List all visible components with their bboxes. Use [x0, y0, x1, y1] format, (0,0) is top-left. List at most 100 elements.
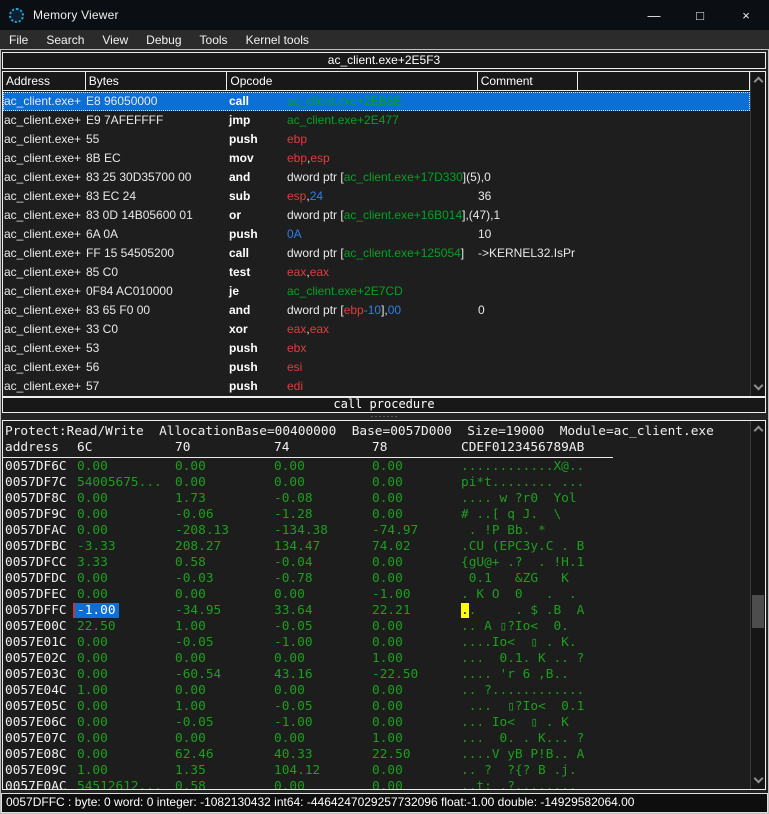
memory-value-cell[interactable]: -0.04 [274, 555, 313, 570]
memory-value-cell[interactable]: 0.00 [372, 763, 403, 778]
memory-address-cell[interactable]: 0057DF9C [5, 507, 67, 522]
memory-value-cell[interactable]: 0.00 [372, 555, 403, 570]
disasm-row[interactable]: ac_client.exe+6A 0Apush0A10 [3, 225, 750, 244]
memory-value-cell[interactable]: -0.03 [175, 571, 214, 586]
memory-value-cell[interactable]: 0.00 [274, 651, 305, 666]
memory-value-cell[interactable]: 134.47 [274, 539, 320, 554]
memory-value-cell[interactable]: -0.08 [274, 491, 313, 506]
memory-ascii-cell[interactable]: .. A ▯?Io< 0. [461, 619, 569, 634]
column-header-bytes[interactable]: Bytes [86, 72, 228, 90]
column-header-comment[interactable]: Comment [478, 72, 579, 90]
memory-value-cell[interactable]: 74.02 [372, 539, 411, 554]
memory-value-cell[interactable]: -0.05 [175, 635, 214, 650]
memory-value-cell[interactable]: -3.33 [77, 539, 116, 554]
memory-ascii-cell[interactable]: .... w ?r0 Yol [461, 491, 577, 506]
memory-address-cell[interactable]: 0057E03C [5, 667, 67, 682]
memory-value-cell[interactable]: 0.00 [175, 683, 206, 698]
memory-value-cell[interactable]: -1.00 [372, 587, 411, 602]
disasm-row[interactable]: ac_client.exe+57pushedi [3, 377, 750, 396]
panel-splitter[interactable]: ······· [0, 413, 769, 420]
column-header-opcode[interactable]: Opcode [227, 72, 477, 90]
disasm-row[interactable]: ac_client.exe+8B ECmovebp,esp [3, 149, 750, 168]
disasm-row[interactable]: ac_client.exe+0F84 AC010000jeac_client.e… [3, 282, 750, 301]
scroll-up-button[interactable] [751, 72, 765, 88]
memory-ascii-cell[interactable]: ... 0.1. K .. ? [461, 651, 584, 666]
memory-value-cell[interactable]: 54005675... [77, 475, 162, 490]
memory-address-cell[interactable]: 0057E07C [5, 731, 67, 746]
memory-value-cell[interactable]: 0.00 [175, 731, 206, 746]
memory-value-cell[interactable]: 22.50 [77, 619, 116, 634]
memory-value-cell[interactable]: -1.00 [274, 635, 313, 650]
memory-value-cell[interactable]: -0.78 [274, 571, 313, 586]
scrollbar-thumb[interactable] [752, 595, 764, 628]
memory-ascii-cell[interactable]: .CU (EPC3y.C . B [461, 539, 584, 554]
memory-value-cell[interactable]: -208.13 [175, 523, 229, 538]
disassembly-scrollbar[interactable] [750, 72, 765, 396]
memory-value-cell[interactable]: 0.00 [77, 731, 108, 746]
memory-value-cell[interactable]: 0.00 [372, 699, 403, 714]
memory-value-cell[interactable]: -74.97 [372, 523, 418, 538]
memory-scrollbar[interactable] [750, 421, 765, 789]
memory-value-cell[interactable]: 0.00 [77, 651, 108, 666]
memory-ascii-cell[interactable]: ............X@.. [461, 459, 584, 474]
memory-address-cell[interactable]: 0057DF8C [5, 491, 67, 506]
memory-value-cell[interactable]: 62.46 [175, 747, 214, 762]
disasm-row[interactable]: ac_client.exe+83 0D 14B05600 01ordword p… [3, 206, 750, 225]
memory-value-cell[interactable]: -0.06 [175, 507, 214, 522]
memory-value-cell[interactable]: 0.00 [175, 651, 206, 666]
memory-value-cell[interactable]: 0.00 [77, 571, 108, 586]
disasm-row[interactable]: ac_client.exe+83 25 30D35700 00anddword … [3, 168, 750, 187]
memory-value-cell[interactable]: -22.50 [372, 667, 418, 682]
disasm-row[interactable]: ac_client.exe+83 EC 24subesp,2436 [3, 187, 750, 206]
memory-value-cell[interactable]: 0.00 [372, 779, 403, 789]
memory-value-cell[interactable]: 0.00 [77, 459, 108, 474]
memory-address-cell[interactable]: 0057E06C [5, 715, 67, 730]
memory-value-cell[interactable]: 1.00 [77, 683, 108, 698]
memory-address-cell[interactable]: 0057E09C [5, 763, 67, 778]
memory-value-cell[interactable]: -1.00 [274, 715, 313, 730]
memory-ascii-cell[interactable]: ... ▯?Io< 0.1 [461, 699, 584, 714]
memory-value-cell[interactable]: 33.64 [274, 603, 313, 618]
disasm-row[interactable]: ac_client.exe+FF 15 54505200calldword pt… [3, 244, 750, 263]
memory-value-cell[interactable]: -1.00 [73, 603, 119, 618]
memory-ascii-cell[interactable]: . !P Bb. * [461, 523, 546, 538]
memory-value-cell[interactable]: 0.00 [175, 475, 206, 490]
menu-item-file[interactable]: File [0, 30, 37, 49]
memory-value-cell[interactable]: 0.00 [274, 587, 305, 602]
scroll-down-button[interactable] [751, 773, 765, 789]
memory-ascii-cell[interactable]: {gU@+ .? . !H.1 [461, 555, 584, 570]
memory-value-cell[interactable]: 0.00 [372, 459, 403, 474]
memory-value-cell[interactable]: 0.00 [274, 683, 305, 698]
memory-value-cell[interactable]: 0.00 [372, 683, 403, 698]
memory-value-cell[interactable]: 0.00 [372, 507, 403, 522]
memory-value-cell[interactable]: 0.00 [372, 571, 403, 586]
memory-value-cell[interactable]: 0.00 [372, 491, 403, 506]
memory-value-cell[interactable]: 208.27 [175, 539, 221, 554]
memory-value-cell[interactable]: -0.05 [274, 619, 313, 634]
memory-address-cell[interactable]: 0057E00C [5, 619, 67, 634]
memory-ascii-cell[interactable]: .. . $ .B A [461, 603, 584, 618]
memory-value-cell[interactable]: 0.00 [274, 459, 305, 474]
disasm-row[interactable]: ac_client.exe+53pushebx [3, 339, 750, 358]
menu-item-debug[interactable]: Debug [137, 30, 190, 49]
memory-value-cell[interactable]: 0.00 [77, 587, 108, 602]
column-header-address[interactable]: Address [3, 72, 86, 90]
disasm-row[interactable]: ac_client.exe+85 C0testeax,eax [3, 263, 750, 282]
memory-ascii-cell[interactable]: .. ? ?{? B .j. [461, 763, 577, 778]
memory-value-cell[interactable]: 1.35 [175, 763, 206, 778]
memory-value-cell[interactable]: 1.00 [372, 731, 403, 746]
memory-value-cell[interactable]: 0.00 [274, 731, 305, 746]
memory-address-cell[interactable]: 0057E01C [5, 635, 67, 650]
close-button[interactable]: × [723, 0, 769, 30]
memory-value-cell[interactable]: 0.00 [274, 779, 305, 789]
memory-value-cell[interactable]: -34.95 [175, 603, 221, 618]
memory-value-cell[interactable]: 0.00 [274, 475, 305, 490]
memory-ascii-cell[interactable]: ... Io< ▯ . K [461, 715, 569, 730]
disasm-row[interactable]: ac_client.exe+E8 96050000callac_client.e… [3, 92, 750, 111]
memory-ascii-cell[interactable]: ....Io< ▯ . K. [461, 635, 577, 650]
memory-value-cell[interactable]: 0.00 [77, 715, 108, 730]
memory-ascii-cell[interactable]: 0.1 &ZG K [461, 571, 569, 586]
memory-value-cell[interactable]: 104.12 [274, 763, 320, 778]
memory-address-cell[interactable]: 0057DFDC [5, 571, 67, 586]
memory-value-cell[interactable]: 22.21 [372, 603, 411, 618]
